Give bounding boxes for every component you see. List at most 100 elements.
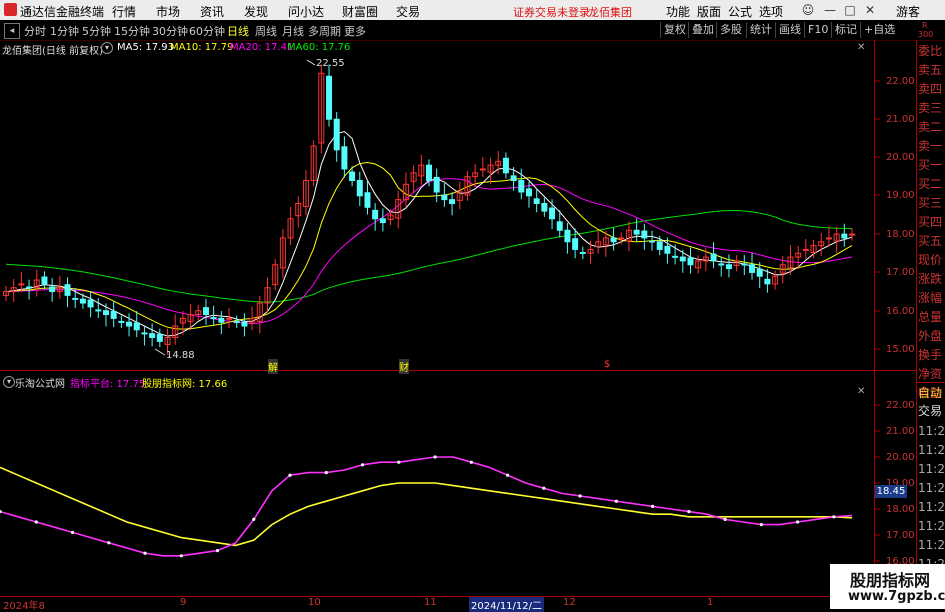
main-y-tick: 18.00 <box>886 229 915 240</box>
main-y-tick: 15.00 <box>886 344 915 355</box>
sidebar-item: 外盘 <box>918 329 943 343</box>
candle-body <box>579 251 586 254</box>
marker-dollar[interactable]: $ <box>604 359 610 370</box>
main-y-tick: 21.00 <box>886 114 915 125</box>
candle-body <box>525 188 532 197</box>
candle-body <box>149 333 156 339</box>
indicator-dot <box>651 504 655 508</box>
candle-body <box>126 321 133 327</box>
indicator-dot <box>107 541 111 545</box>
candle-body <box>333 118 340 151</box>
trade-time: 11:25 <box>918 519 945 533</box>
sidebar-item: 净资 <box>918 367 943 381</box>
sidebar-item: 卖一 <box>918 139 943 153</box>
marker-jie[interactable]: 解 <box>268 359 278 374</box>
candle-body <box>64 284 71 296</box>
ma60-line <box>5 209 853 303</box>
indicator-dot <box>578 494 582 498</box>
main-y-tick: 20.00 <box>886 152 915 163</box>
candle-body <box>825 237 832 240</box>
sidebar-item: 涨跌 <box>918 272 943 286</box>
candle-body <box>549 207 556 220</box>
candle-body <box>79 298 86 304</box>
main-y-tick: 22.00 <box>886 76 915 87</box>
candle-body <box>679 256 686 262</box>
candle-body <box>633 229 640 235</box>
candle-body <box>210 317 217 320</box>
candle-body <box>533 198 540 204</box>
watermark-url: www.7gpzb.com <box>848 589 945 604</box>
x-axis-label: 12 <box>563 597 576 608</box>
indicator-dot <box>397 460 401 464</box>
trade-time: 11:25 <box>918 538 945 552</box>
sidebar-item: 现价 <box>918 253 943 267</box>
candle-body <box>326 75 333 120</box>
watermark-box: 股朋指标网 www.7gpzb.com <box>830 564 945 609</box>
candle-body <box>749 264 756 273</box>
trade-label[interactable]: 交易 <box>918 402 945 421</box>
candle-body <box>72 297 79 300</box>
candle-body <box>841 233 848 239</box>
sidebar-item: 卖二 <box>918 120 943 134</box>
indicator-dot <box>759 523 764 527</box>
candle-body <box>356 179 363 197</box>
candle-body <box>372 209 379 220</box>
candle-body <box>479 168 486 171</box>
candle-body <box>741 263 748 266</box>
candle-body <box>87 299 94 308</box>
candle-body <box>349 171 356 181</box>
candle-body <box>110 310 117 319</box>
indicator-dot <box>34 520 38 524</box>
main-y-tick: 19.00 <box>886 190 915 201</box>
candle-body <box>341 146 348 170</box>
candle-body <box>241 321 248 327</box>
sidebar-item: 委比 <box>918 44 943 58</box>
candle-body <box>564 229 571 243</box>
indicator-platform-line <box>0 456 853 557</box>
candle-body <box>764 278 771 285</box>
candle-body <box>649 240 656 243</box>
candle-body <box>541 202 548 212</box>
indicator-dot <box>832 515 836 519</box>
candle-body <box>618 237 625 240</box>
marker-cai[interactable]: 财 <box>399 359 409 374</box>
candle-body <box>664 245 671 254</box>
candle-body <box>226 317 233 320</box>
indicator-dot <box>361 463 365 467</box>
indicator-dot <box>614 499 618 503</box>
candle-body <box>718 263 725 266</box>
candle-body <box>572 238 579 250</box>
indicator-dot <box>687 510 691 514</box>
x-axis-label: 11 <box>424 597 437 608</box>
ma10-line <box>5 161 853 330</box>
sidebar-item: 卖五 <box>918 63 943 77</box>
x-axis-cursor-date: 2024/11/12/二 <box>469 597 545 612</box>
candle-body <box>156 333 163 342</box>
candle-body <box>556 221 563 231</box>
candle-body <box>426 164 432 181</box>
candle-body <box>518 179 525 193</box>
indicator-dot <box>723 517 727 522</box>
chart-canvas[interactable] <box>0 0 945 609</box>
candle-body <box>725 264 732 270</box>
candle-body <box>141 332 148 335</box>
trade-time: 11:25 <box>918 443 945 457</box>
watermark-title: 股朋指标网 <box>850 571 931 590</box>
candle-body <box>510 175 517 181</box>
candle-body <box>441 194 448 201</box>
candle-body <box>41 276 48 285</box>
indicator-dot <box>469 460 473 464</box>
sub-y-tick: 20.00 <box>886 452 915 463</box>
indicator-dot <box>215 549 220 553</box>
ma20-line <box>5 178 853 325</box>
sub-y-tick: 18.00 <box>886 504 915 515</box>
indicator-dot <box>70 530 75 535</box>
auto-label[interactable]: 自动 <box>918 384 945 403</box>
trade-time: 11:25 <box>918 481 945 495</box>
trade-time: 11:25 <box>918 462 945 476</box>
candle-body <box>233 320 240 323</box>
candle-body <box>433 176 440 193</box>
sub-y-tick: 21.00 <box>886 426 915 437</box>
sidebar-item: 买一 <box>918 158 943 172</box>
candle-body <box>756 268 763 277</box>
